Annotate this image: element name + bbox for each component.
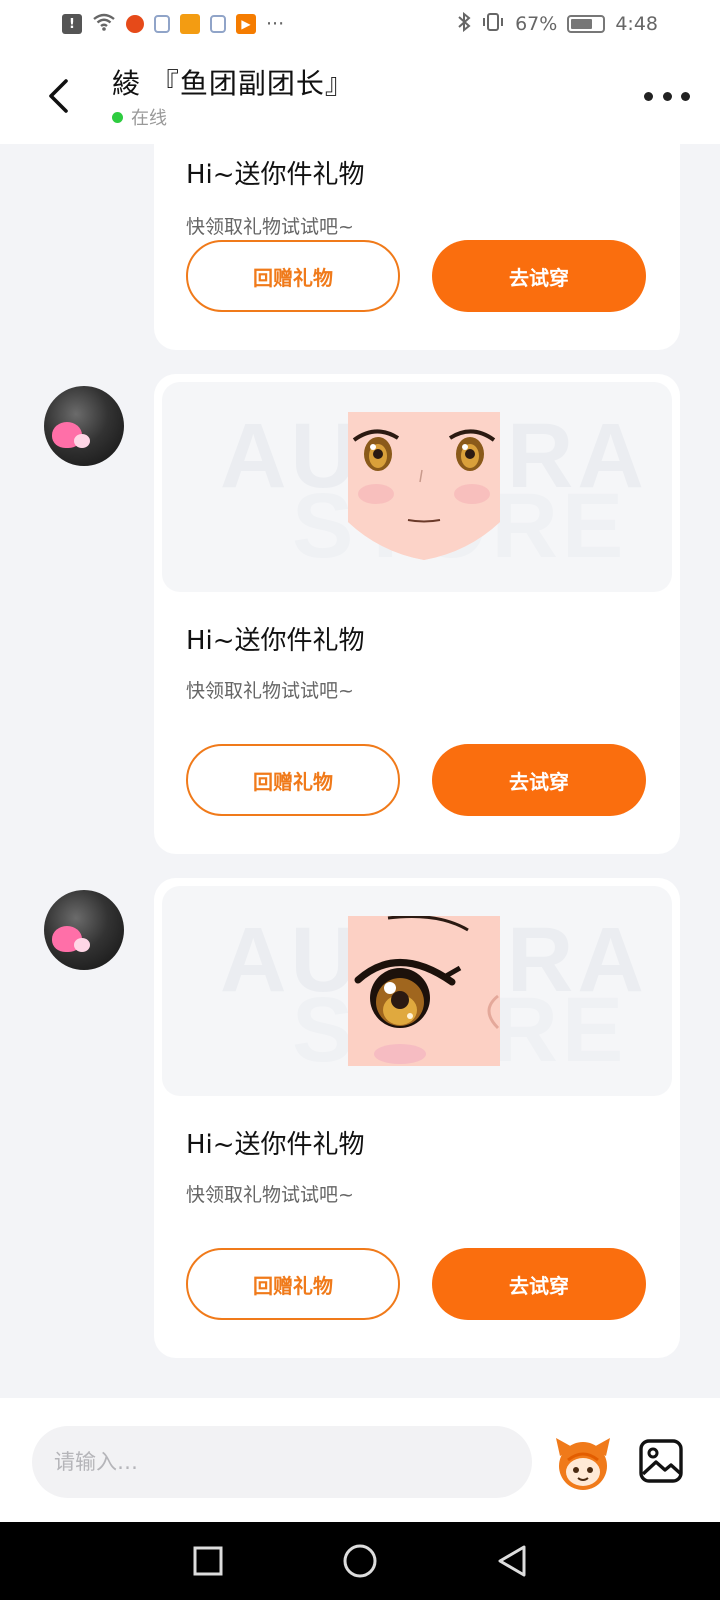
message-input[interactable] xyxy=(32,1426,532,1498)
eye-item-image xyxy=(348,916,500,1066)
wifi-icon xyxy=(92,12,116,37)
face-item-image xyxy=(348,412,500,562)
chat-header: 綾 『鱼团副团长』 在线 xyxy=(0,48,720,144)
more-notifications-icon: ··· xyxy=(266,13,285,35)
return-gift-button[interactable]: 回赠礼物 xyxy=(186,1248,400,1320)
online-status-label: 在线 xyxy=(131,108,167,129)
recents-icon[interactable] xyxy=(188,1541,228,1581)
avatar[interactable] xyxy=(44,386,124,466)
shield-icon xyxy=(154,15,170,33)
gift-card: AURORA STORE xyxy=(154,374,680,854)
contact-name: 綾 『鱼团副团长』 xyxy=(112,67,354,100)
back-nav-icon[interactable] xyxy=(492,1541,532,1581)
gift-preview[interactable]: AURORA STORE xyxy=(162,382,672,592)
status-bar: ! ▶ ··· 67% 4:48 xyxy=(0,0,720,48)
status-left: ! ▶ ··· xyxy=(62,12,284,37)
return-gift-button[interactable]: 回赠礼物 xyxy=(186,240,400,312)
try-on-button[interactable]: 去试穿 xyxy=(432,744,646,816)
vibrate-icon xyxy=(481,12,505,37)
online-dot-icon xyxy=(112,111,123,123)
system-nav-bar xyxy=(0,1522,720,1600)
shopping-icon xyxy=(180,14,200,34)
gift-card-subtitle: 快领取礼物试试吧~ xyxy=(186,216,354,238)
alert-icon: ! xyxy=(62,14,82,34)
shield-icon xyxy=(210,15,226,33)
status-right: 67% 4:48 xyxy=(457,11,658,37)
video-icon: ▶ xyxy=(236,14,256,34)
battery-percent: 67% xyxy=(515,13,558,35)
return-gift-button[interactable]: 回赠礼物 xyxy=(186,744,400,816)
gift-card: Hi~送你件礼物 快领取礼物试试吧~ 回赠礼物 去试穿 xyxy=(154,144,680,350)
image-icon[interactable] xyxy=(638,1438,684,1484)
mascot-emoji-icon[interactable] xyxy=(554,1434,612,1492)
chat-messages[interactable]: Hi~送你件礼物 快领取礼物试试吧~ 回赠礼物 去试穿 AURORA STORE xyxy=(0,144,720,1398)
home-icon[interactable] xyxy=(340,1541,380,1581)
back-icon[interactable] xyxy=(38,72,78,120)
gift-card: AURORA STORE Hi~送你件礼物 xyxy=(154,878,680,1358)
online-status: 在线 xyxy=(112,104,167,130)
try-on-button[interactable]: 去试穿 xyxy=(432,240,646,312)
input-bar xyxy=(0,1398,720,1522)
gift-card-title: Hi~送你件礼物 xyxy=(186,160,365,190)
avatar[interactable] xyxy=(44,890,124,970)
status-time: 4:48 xyxy=(615,13,658,35)
app-icon xyxy=(126,15,144,33)
try-on-button[interactable]: 去试穿 xyxy=(432,1248,646,1320)
gift-preview[interactable]: AURORA STORE xyxy=(162,886,672,1096)
gift-card-title: Hi~送你件礼物 xyxy=(186,626,365,656)
gift-card-subtitle: 快领取礼物试试吧~ xyxy=(186,680,354,702)
more-options-icon[interactable] xyxy=(644,82,690,110)
gift-card-title: Hi~送你件礼物 xyxy=(186,1130,365,1160)
bluetooth-icon xyxy=(457,11,471,37)
gift-card-subtitle: 快领取礼物试试吧~ xyxy=(186,1184,354,1206)
battery-icon xyxy=(567,15,606,33)
